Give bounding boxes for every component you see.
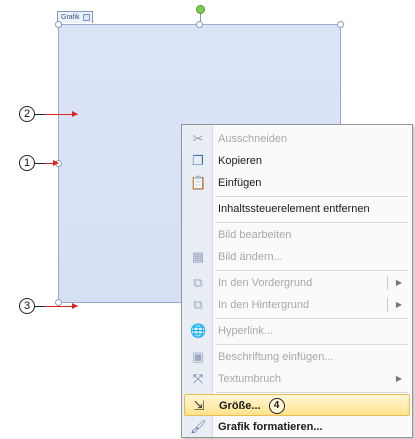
caption-icon: ▣ [191,349,205,364]
menu-item-send-backward[interactable]: ⧉ In den Hintergrund ▶ [184,294,410,316]
callout-3-lead [35,306,45,307]
menu-item-insert-caption[interactable]: ▣ Beschriftung einfügen... [184,346,410,368]
resize-handle-top[interactable] [196,21,203,28]
send-backward-icon: ⧉ [193,297,203,312]
resize-handle-top-left[interactable] [55,21,62,28]
scissors-icon: ✂ [192,131,204,146]
menu-item-format-picture[interactable]: 🖌 Grafik formatieren... [184,416,410,438]
submenu-arrow-icon: ▶ [395,300,402,309]
callout-2: 2 [19,106,35,122]
hyperlink-icon: 🌐 [190,323,207,338]
resize-handle-top-right[interactable] [337,21,344,28]
callout-4: 4 [268,398,285,415]
size-icon: ⇲ [193,398,205,413]
callout-2-lead [35,114,45,115]
menu-item-text-wrapping[interactable]: ⤧ Textumbruch ▶ [184,368,410,390]
menu-separator [216,318,408,319]
rotation-handle[interactable] [196,5,205,14]
menu-item-paste[interactable]: 📋 Einfügen [184,172,410,194]
menu-item-hyperlink[interactable]: 🌐 Hyperlink... [184,320,410,342]
menu-separator [216,392,408,393]
text-wrap-icon: ⤧ [192,371,204,386]
menu-item-size[interactable]: ⇲ Größe... 4 [184,394,410,416]
callout-2-arrow [45,111,78,117]
paste-icon: 📋 [190,175,207,190]
callout-1: 1 [19,155,35,171]
callout-3-arrow [45,303,78,309]
submenu-arrow-icon: ▶ [395,374,402,383]
tab-options-icon[interactable] [83,14,90,21]
submenu-arrow-icon: ▶ [395,278,402,287]
context-menu: ✂ Ausschneiden ❐ Kopieren 📋 Einfügen Inh… [181,124,413,438]
format-picture-icon: 🖌 [190,419,207,434]
menu-separator [216,270,408,271]
copy-icon: ❐ [192,153,204,168]
bring-forward-icon: ⧉ [193,275,203,290]
menu-separator [216,344,408,345]
picture-content-control-tab[interactable]: Grafik [57,11,93,23]
menu-item-change-picture[interactable]: ▦ Bild ändern... [184,246,410,268]
callout-3: 3 [19,298,35,314]
menu-item-bring-forward[interactable]: ⧉ In den Vordergrund ▶ [184,272,410,294]
menu-separator [216,196,408,197]
menu-item-edit-picture[interactable]: Bild bearbeiten [184,224,410,246]
callout-1-lead [35,163,45,164]
change-picture-icon: ▦ [191,249,205,264]
menu-item-cut[interactable]: ✂ Ausschneiden [184,128,410,150]
callout-1-arrow [45,160,59,166]
resize-handle-bottom-left[interactable] [55,299,62,306]
picture-tab-label: Grafik [61,14,80,21]
menu-item-copy[interactable]: ❐ Kopieren [184,150,410,172]
menu-separator [216,222,408,223]
menu-item-remove-content-control[interactable]: Inhaltssteuerelement entfernen [184,198,410,220]
